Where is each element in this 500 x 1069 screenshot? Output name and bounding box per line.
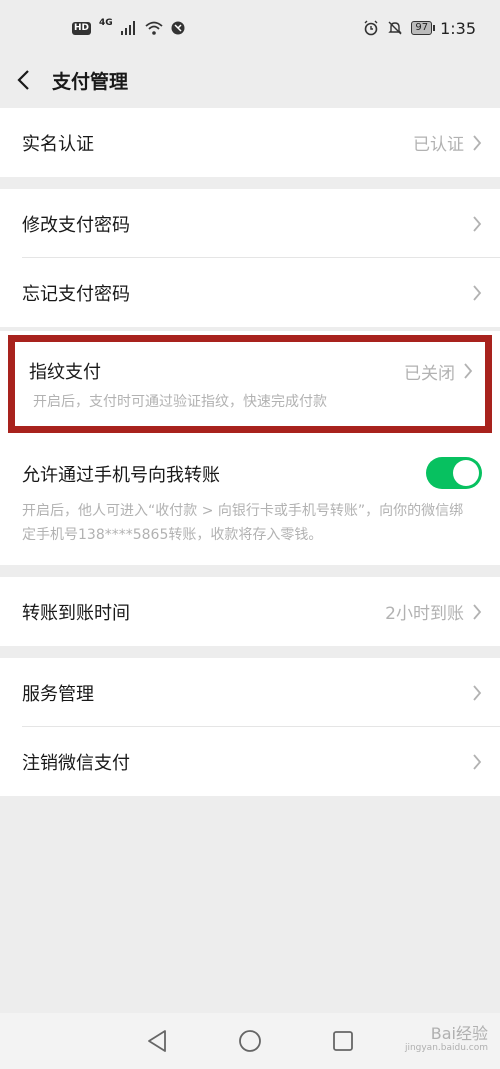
alarm-icon <box>364 20 378 36</box>
nav-home-button[interactable] <box>236 1027 264 1055</box>
home-circle-icon <box>239 1030 261 1052</box>
chevron-right-icon <box>473 134 482 151</box>
forgot-password-label: 忘记支付密码 <box>22 283 130 305</box>
chevron-right-icon <box>473 284 482 301</box>
realname-group: 实名认证 已认证 <box>0 108 500 177</box>
phone-transfer-row: 允许通过手机号向我转账 <box>0 433 500 489</box>
chevron-right-icon <box>473 684 482 701</box>
cancel-pay-label: 注销微信支付 <box>22 752 130 774</box>
service-manage-row[interactable]: 服务管理 <box>0 658 500 727</box>
status-bar: HD 4G 97 1:35 <box>0 0 500 56</box>
watermark-sub: jingyan.baidu.com <box>404 1043 488 1053</box>
phone-transfer-label: 允许通过手机号向我转账 <box>22 465 220 486</box>
page-title: 支付管理 <box>52 70 129 93</box>
nav-back-button[interactable] <box>143 1027 171 1055</box>
chevron-right-icon <box>473 753 482 770</box>
status-right: 97 1:35 <box>363 19 476 38</box>
status-left: HD 4G <box>72 18 185 35</box>
hd-icon: HD <box>72 21 92 35</box>
fingerprint-value: 已关闭 <box>404 363 455 384</box>
arrival-time-value: 2小时到账 <box>385 604 464 624</box>
status-time: 1:35 <box>440 18 476 38</box>
system-nav-bar: Bai经验 jingyan.baidu.com <box>0 1013 500 1069</box>
chevron-right-icon <box>464 363 473 379</box>
fingerprint-row[interactable]: 指纹支付 已关闭 <box>15 342 485 384</box>
change-password-row[interactable]: 修改支付密码 <box>0 189 500 258</box>
fingerprint-description: 开启后，支付时可通过验证指纹，快速完成付款 <box>33 394 327 410</box>
arrival-time-label: 转账到账时间 <box>22 602 130 624</box>
title-bar: 支付管理 <box>0 56 500 104</box>
fingerprint-label: 指纹支付 <box>29 362 101 383</box>
service-group: 服务管理 注销微信支付 <box>0 658 500 796</box>
vpn-icon <box>171 21 185 35</box>
battery-icon: 97 <box>411 21 435 35</box>
fingerprint-right: 已关闭 <box>404 359 473 384</box>
forgot-password-row[interactable]: 忘记支付密码 <box>0 258 500 327</box>
chevron-left-icon <box>17 70 29 90</box>
cancel-pay-row[interactable]: 注销微信支付 <box>0 727 500 796</box>
signal-icon <box>120 21 135 35</box>
back-triangle-icon <box>147 1030 166 1052</box>
arrival-time-row[interactable]: 转账到账时间 2小时到账 <box>0 577 500 646</box>
change-password-label: 修改支付密码 <box>22 214 130 236</box>
phone-transfer-toggle[interactable] <box>426 457 482 489</box>
password-group: 修改支付密码 忘记支付密码 <box>0 189 500 327</box>
realname-label: 实名认证 <box>22 133 94 155</box>
nav-recents-button[interactable] <box>329 1027 357 1055</box>
phone-transfer-description: 开启后，他人可进入“收付款 > 向银行卡或手机号转账”，向你的微信绑定手机号13… <box>22 503 464 543</box>
wifi-icon <box>145 21 163 35</box>
chevron-right-icon <box>473 603 482 620</box>
arrival-time-right: 2小时到账 <box>385 599 482 624</box>
service-manage-label: 服务管理 <box>22 683 94 705</box>
chevron-right-icon <box>473 215 482 232</box>
arrival-group: 转账到账时间 2小时到账 <box>0 577 500 646</box>
realname-value: 已认证 <box>413 135 464 155</box>
fingerprint-group: 指纹支付 已关闭 开启后，支付时可通过验证指纹，快速完成付款 允许通过手机号向我… <box>0 331 500 565</box>
fingerprint-highlight-box[interactable]: 指纹支付 已关闭 开启后，支付时可通过验证指纹，快速完成付款 <box>8 335 492 433</box>
back-button[interactable] <box>16 65 46 95</box>
realname-row[interactable]: 实名认证 已认证 <box>0 108 500 177</box>
toggle-knob <box>453 460 479 486</box>
baidu-watermark: Bai经验 jingyan.baidu.com <box>404 1026 488 1055</box>
realname-right: 已认证 <box>413 130 482 155</box>
mute-icon <box>388 21 403 35</box>
recents-square-icon <box>333 1031 354 1051</box>
network-type: 4G <box>99 18 113 28</box>
